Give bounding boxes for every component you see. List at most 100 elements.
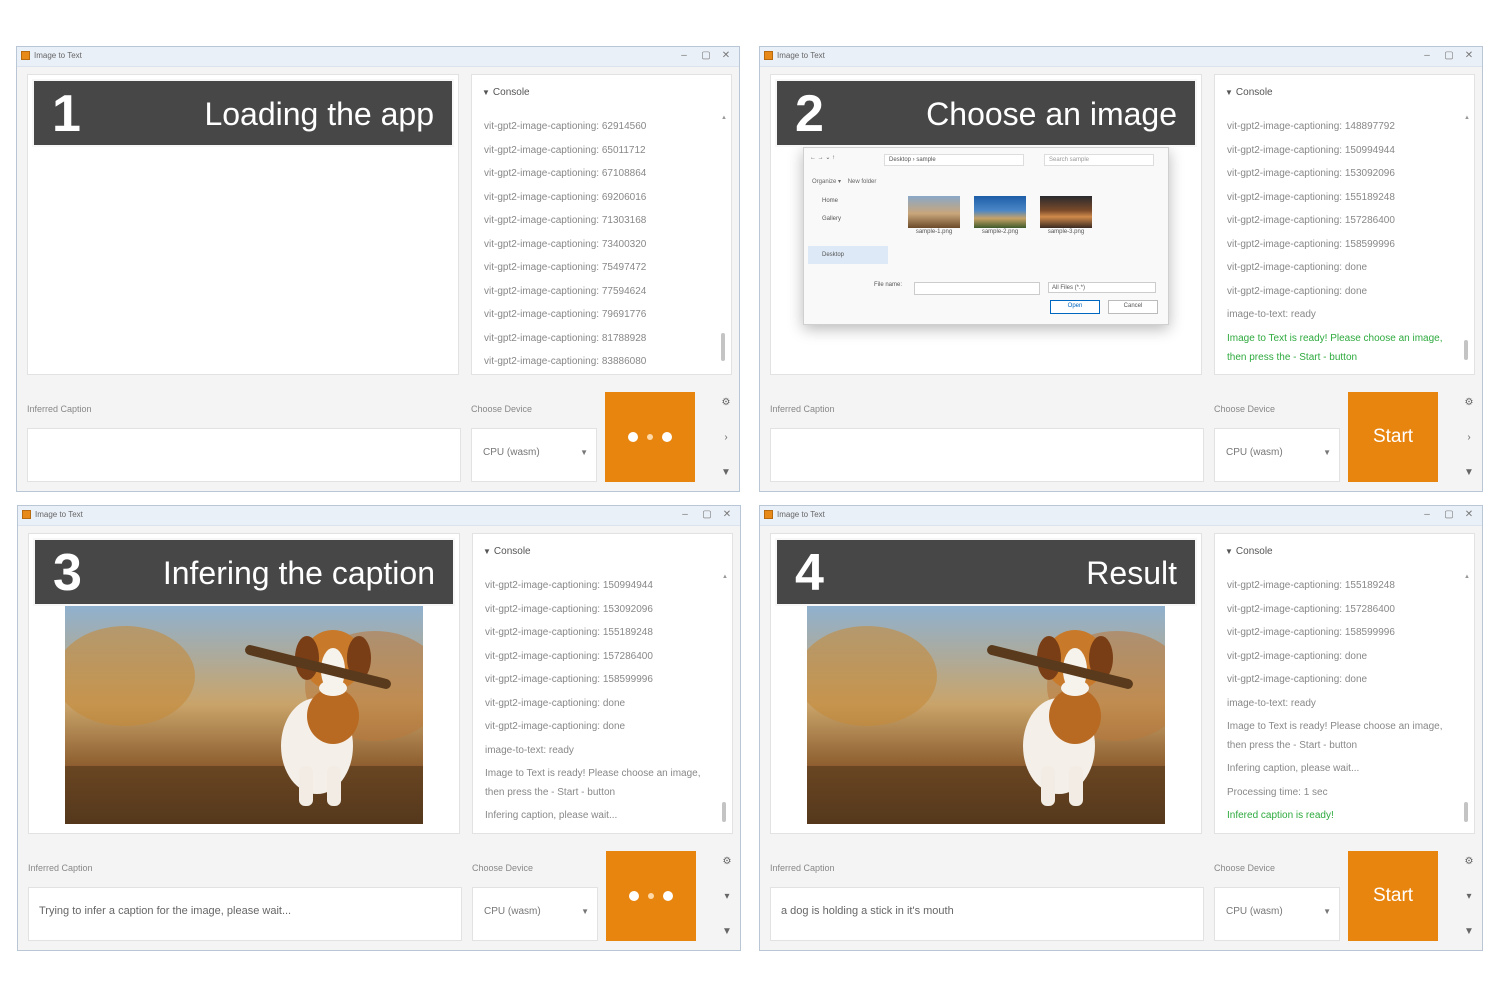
console-panel: ▼ Console vit-gpt2-image-captioning: 1509…: [472, 533, 733, 834]
maximize-icon[interactable]: ▢: [1442, 49, 1456, 63]
chevron-down-icon: ▼: [581, 907, 589, 916]
window-title: Image to Text: [34, 51, 82, 60]
device-select[interactable]: CPU (wasm) ▼: [471, 428, 597, 482]
scroll-down-icon[interactable]: ▼: [1463, 926, 1475, 937]
file-type-select[interactable]: All Files (*.*): [1048, 282, 1156, 293]
console-scrollbar-thumb[interactable]: [721, 333, 725, 361]
step-title: Result: [1086, 555, 1177, 591]
scroll-up-icon[interactable]: ▲: [721, 115, 727, 121]
minimize-icon[interactable]: –: [678, 508, 692, 522]
start-button[interactable]: [605, 392, 695, 482]
console-line: vit-gpt2-image-captioning: 71303168: [484, 215, 647, 226]
title-bar[interactable]: Image to Text – ▢ ✕: [17, 47, 739, 67]
inferred-caption-field[interactable]: [770, 428, 1204, 482]
close-icon[interactable]: ✕: [719, 49, 733, 63]
console-line: vit-gpt2-image-captioning: 157286400: [485, 650, 653, 662]
nav-item-gallery[interactable]: Gallery: [808, 210, 888, 228]
device-select-value: CPU (wasm): [483, 447, 540, 458]
device-select[interactable]: CPU (wasm) ▼: [472, 887, 598, 941]
inferred-caption-field[interactable]: a dog is holding a stick in it's mouth: [770, 887, 1204, 941]
chevron-down-small-icon[interactable]: ▾: [1463, 891, 1475, 902]
minimize-icon[interactable]: –: [1420, 49, 1434, 63]
console-log: vit-gpt2-image-captioning: 150994944 vit-…: [485, 574, 710, 828]
console-toggle[interactable]: ▼ Console: [1225, 546, 1273, 557]
title-bar[interactable]: Image to Text – ▢ ✕: [760, 47, 1482, 67]
minimize-icon[interactable]: –: [677, 49, 691, 63]
window-title: Image to Text: [777, 51, 825, 60]
choose-device-label: Choose Device: [471, 404, 533, 414]
settings-gear-icon[interactable]: ⚙: [721, 856, 733, 867]
nav-item-desktop[interactable]: Desktop: [808, 246, 888, 264]
scroll-up-icon[interactable]: ▲: [722, 574, 728, 580]
device-select[interactable]: CPU (wasm) ▼: [1214, 887, 1340, 941]
close-icon[interactable]: ✕: [1462, 508, 1476, 522]
close-icon[interactable]: ✕: [720, 508, 734, 522]
loading-dots-icon: [629, 891, 673, 901]
console-line: image-to-text: ready: [1227, 309, 1316, 320]
organize-button[interactable]: Organize ▾: [812, 179, 841, 185]
file-thumbnail[interactable]: sample-1.png: [908, 196, 960, 236]
image-drop-area[interactable]: 1 Loading the app: [27, 74, 459, 375]
app-window-step-2: Image to Text – ▢ ✕ 2 Choose an image ← …: [759, 46, 1483, 492]
file-thumbnail[interactable]: sample-3.png: [1040, 196, 1092, 236]
console-line: Infering caption, please wait...: [1227, 763, 1360, 774]
maximize-icon[interactable]: ▢: [1442, 508, 1456, 522]
console-line: vit-gpt2-image-captioning: done: [1227, 674, 1368, 685]
console-line: vit-gpt2-image-captioning: 79691776: [484, 309, 647, 320]
console-line: vit-gpt2-image-captioning: 153092096: [1227, 168, 1395, 179]
scroll-down-icon[interactable]: ▼: [720, 467, 732, 478]
console-scrollbar-thumb[interactable]: [722, 802, 726, 822]
console-line: vit-gpt2-image-captioning: 155189248: [1227, 191, 1395, 203]
scroll-down-icon[interactable]: ▼: [1463, 467, 1475, 478]
device-select[interactable]: CPU (wasm) ▼: [1214, 428, 1340, 482]
image-drop-area[interactable]: 3 Infering the caption: [28, 533, 460, 834]
console-toggle[interactable]: ▼ Console: [1225, 87, 1273, 98]
app-window-step-1: Image to Text – ▢ ✕ 1 Loading the app ▼ C…: [16, 46, 740, 492]
chevron-down-small-icon[interactable]: ▾: [721, 891, 733, 902]
step-banner: 2 Choose an image: [775, 79, 1197, 147]
dialog-search-input[interactable]: Search sample: [1044, 154, 1154, 166]
app-window-step-3: Image to Text – ▢ ✕ 3 Infering the capti…: [17, 505, 741, 951]
settings-gear-icon[interactable]: ⚙: [1463, 397, 1475, 408]
app-icon: [22, 510, 31, 519]
title-bar[interactable]: Image to Text – ▢ ✕: [18, 506, 740, 526]
scroll-down-icon[interactable]: ▼: [721, 926, 733, 937]
dialog-toolbar: Organize ▾ New folder: [812, 178, 876, 185]
image-drop-area[interactable]: 2 Choose an image ← → ⌄ ↑ Desktop › samp…: [770, 74, 1202, 375]
chevron-right-icon[interactable]: ›: [1463, 432, 1475, 443]
new-folder-button[interactable]: New folder: [848, 179, 877, 185]
app-icon: [21, 51, 30, 60]
inferred-caption-field[interactable]: Trying to infer a caption for the image,…: [28, 887, 462, 941]
scroll-up-icon[interactable]: ▲: [1464, 574, 1470, 580]
image-drop-area[interactable]: 4 Result: [770, 533, 1202, 834]
start-button[interactable]: Start: [1348, 851, 1438, 941]
maximize-icon[interactable]: ▢: [699, 49, 713, 63]
settings-gear-icon[interactable]: ⚙: [1463, 856, 1475, 867]
scroll-up-icon[interactable]: ▲: [1464, 115, 1470, 121]
console-line: Processing time: 1 sec: [1227, 786, 1328, 798]
close-icon[interactable]: ✕: [1462, 49, 1476, 63]
minimize-icon[interactable]: –: [1420, 508, 1434, 522]
step-number: 1: [52, 85, 81, 143]
console-toggle[interactable]: ▼ Console: [483, 546, 531, 557]
title-bar[interactable]: Image to Text – ▢ ✕: [760, 506, 1482, 526]
step-number: 4: [795, 544, 824, 602]
console-toggle[interactable]: ▼ Console: [482, 87, 530, 98]
console-line: vit-gpt2-image-captioning: 157286400: [1227, 603, 1395, 615]
start-button[interactable]: Start: [1348, 392, 1438, 482]
maximize-icon[interactable]: ▢: [700, 508, 714, 522]
dialog-path-bar[interactable]: Desktop › sample: [884, 154, 1024, 166]
inferred-caption-field[interactable]: [27, 428, 461, 482]
cancel-button[interactable]: Cancel: [1108, 300, 1158, 314]
console-scrollbar-thumb[interactable]: [1464, 802, 1468, 822]
app-icon: [764, 510, 773, 519]
file-name-input[interactable]: [914, 282, 1040, 295]
settings-gear-icon[interactable]: ⚙: [720, 397, 732, 408]
step-title: Infering the caption: [162, 555, 435, 591]
console-scrollbar-thumb[interactable]: [1464, 340, 1468, 360]
chevron-right-icon[interactable]: ›: [720, 432, 732, 443]
nav-item-home[interactable]: Home: [808, 192, 888, 210]
file-thumbnail[interactable]: sample-2.png: [974, 196, 1026, 236]
start-button[interactable]: [606, 851, 696, 941]
open-button[interactable]: Open: [1050, 300, 1100, 314]
